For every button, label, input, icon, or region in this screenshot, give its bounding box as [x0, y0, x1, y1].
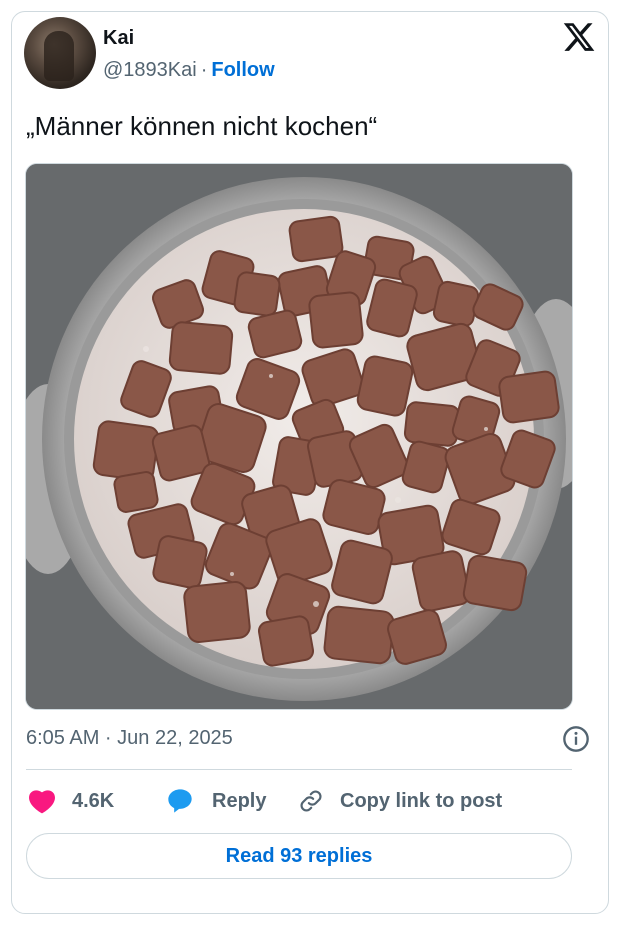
link-icon: [300, 790, 322, 812]
separator-dot: ·: [200, 59, 208, 81]
reply-button[interactable]: Reply: [166, 786, 266, 816]
follow-button[interactable]: Follow: [211, 59, 274, 81]
author-name[interactable]: Kai: [103, 27, 134, 50]
like-button[interactable]: 4.6K: [28, 786, 114, 816]
author-handle-row: @1893Kai · Follow: [103, 59, 275, 82]
read-replies-button[interactable]: Read 93 replies: [26, 833, 572, 879]
tweet-text: „Männer können nicht kochen“: [26, 111, 378, 141]
copy-link-button[interactable]: Copy link to post: [298, 786, 502, 816]
copy-link-label: Copy link to post: [340, 789, 503, 812]
author-handle[interactable]: @1893Kai: [103, 59, 197, 81]
avatar[interactable]: [24, 17, 96, 89]
info-icon[interactable]: [562, 725, 590, 753]
x-logo-icon[interactable]: [562, 20, 596, 54]
tweet-timestamp[interactable]: 6:05 AM · Jun 22, 2025: [26, 727, 233, 750]
divider: [26, 769, 572, 770]
reply-label: Reply: [212, 789, 267, 812]
heart-icon: [29, 790, 55, 814]
like-count: 4.6K: [72, 789, 115, 812]
tweet-photo[interactable]: [25, 163, 573, 710]
cereal-bowl-image: [26, 164, 572, 709]
action-bar: 4.6K Reply Copy link to post: [26, 786, 572, 816]
speech-bubble-icon: [168, 789, 192, 813]
